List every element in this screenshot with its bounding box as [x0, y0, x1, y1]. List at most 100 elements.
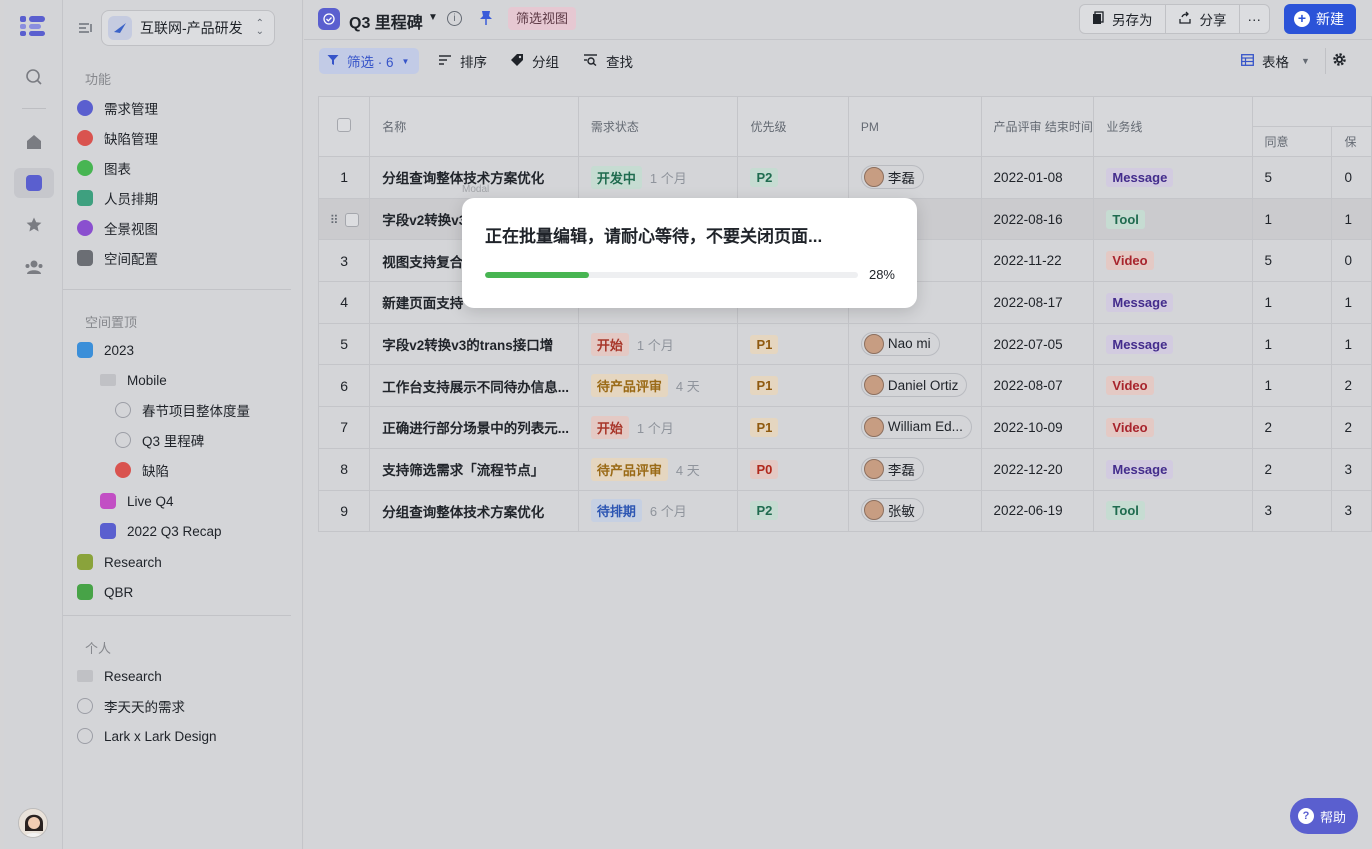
cell-priority[interactable]: P0	[737, 447, 849, 491]
cell-pm[interactable]: William Ed...	[847, 406, 982, 449]
nav-item-charts[interactable]: 图表	[77, 154, 131, 182]
person-chip[interactable]: 李磊	[860, 456, 924, 481]
cell-review-end[interactable]: 2022-08-16	[980, 197, 1095, 241]
find-button[interactable]: 查找	[584, 48, 633, 74]
table-row[interactable]: 8 支持筛选需求「流程节点」 待产品评审 4 天 P0 李磊 2022-12-20 Messa…	[318, 447, 1372, 491]
person-chip[interactable]: 李磊	[860, 164, 924, 189]
nav-item-qbr[interactable]: QBR	[77, 578, 133, 606]
nav-item-research[interactable]: Research	[77, 548, 162, 576]
team-icon[interactable]	[14, 252, 54, 282]
cell-review-end[interactable]: 2022-07-05	[980, 322, 1095, 366]
nav-item-mobile[interactable]: Mobile	[100, 366, 167, 394]
home-icon[interactable]	[14, 127, 54, 157]
column-header-agree[interactable]: 同意	[1251, 126, 1333, 157]
group-button[interactable]: 分组	[510, 48, 559, 74]
cell-agree[interactable]: 1	[1251, 322, 1333, 366]
cell-review-end[interactable]: 2022-01-08	[980, 156, 1095, 199]
share-button[interactable]: 分享	[1166, 5, 1240, 33]
nav-item-defects-view[interactable]: 缺陷	[115, 456, 169, 484]
cell-agree[interactable]: 2	[1251, 447, 1333, 491]
cell-status[interactable]: 待产品评审 4 天	[577, 447, 739, 491]
table-row[interactable]: 9 分组查询整体技术方案优化 待排期 6 个月 P2 张敏 2022-06-19 Tool 3 3	[318, 489, 1372, 533]
drag-handle-icon[interactable]: ⠿	[330, 213, 339, 227]
person-chip[interactable]: William Ed...	[860, 414, 972, 439]
filter-button[interactable]: 筛选 · 6 ▼	[319, 48, 420, 74]
cell-name[interactable]: 支持筛选需求「流程节点」	[369, 447, 579, 491]
cell-agree[interactable]: 1	[1251, 364, 1333, 408]
nav-item-space-config[interactable]: 空间配置	[77, 244, 158, 272]
cell-agree[interactable]: 1	[1251, 281, 1333, 324]
nav-item-spring-metrics[interactable]: 春节项目整体度量	[115, 396, 250, 424]
cell-business-line[interactable]: Message	[1093, 281, 1253, 324]
save-as-button[interactable]: 另存为	[1080, 5, 1166, 33]
cell-business-line[interactable]: Video	[1093, 406, 1253, 449]
cell-review-end[interactable]: 2022-06-19	[980, 489, 1095, 533]
collapse-sidebar-icon[interactable]	[77, 20, 95, 38]
cell-priority[interactable]: P1	[737, 364, 849, 408]
caret-down-icon[interactable]: ▼	[428, 12, 438, 23]
view-type-button[interactable]: 表格 ▼	[1241, 48, 1310, 74]
person-chip[interactable]: 张敏	[860, 498, 924, 523]
row-checkbox[interactable]	[344, 213, 359, 228]
column-header-keep[interactable]: 保	[1331, 126, 1372, 157]
cell-keep[interactable]: 2	[1331, 364, 1372, 408]
cell-pm[interactable]: Daniel Ortiz	[847, 364, 982, 408]
cell-agree[interactable]: 5	[1251, 239, 1333, 283]
cell-business-line[interactable]: Message	[1093, 447, 1253, 491]
cell-status[interactable]: 待产品评审 4 天	[577, 364, 739, 408]
info-icon[interactable]: i	[447, 11, 462, 26]
cell-business-line[interactable]: Message	[1093, 322, 1253, 366]
cell-priority[interactable]: P1	[737, 406, 849, 449]
cell-review-end[interactable]: 2022-08-07	[980, 364, 1095, 408]
cell-name[interactable]: 字段v2转换v3的trans接口增	[369, 322, 579, 366]
cell-review-end[interactable]: 2022-12-20	[980, 447, 1095, 491]
cell-keep[interactable]: 0	[1331, 239, 1372, 283]
nav-item-2023[interactable]: 2023	[77, 336, 134, 364]
cell-pm[interactable]: Nao mi	[847, 322, 982, 366]
column-header-business-line[interactable]: 业务线	[1093, 96, 1253, 157]
cell-name[interactable]: 分组查询整体技术方案优化	[369, 489, 579, 533]
nav-item-panorama[interactable]: 全景视图	[77, 214, 158, 242]
cell-keep[interactable]: 1	[1331, 322, 1372, 366]
nav-item-litiantian[interactable]: 李天天的需求	[77, 692, 185, 720]
column-header-status[interactable]: 需求状态	[577, 96, 739, 157]
person-chip[interactable]: Nao mi	[860, 331, 940, 356]
cell-keep[interactable]: 3	[1331, 447, 1372, 491]
column-header-priority[interactable]: 优先级	[737, 96, 849, 157]
view-title[interactable]: Q3 里程碑	[349, 9, 423, 33]
cell-agree[interactable]: 2	[1251, 406, 1333, 449]
star-icon[interactable]	[14, 210, 54, 240]
user-avatar[interactable]	[18, 808, 48, 838]
cell-status[interactable]: 开始 1 个月	[577, 322, 739, 366]
select-all-checkbox[interactable]	[337, 118, 352, 132]
cell-keep[interactable]: 1	[1331, 197, 1372, 241]
cell-review-end[interactable]: 2022-08-17	[980, 281, 1095, 324]
nav-item-personal-research[interactable]: Research	[77, 662, 162, 690]
cell-priority[interactable]: P1	[737, 322, 849, 366]
table-row[interactable]: 5 字段v2转换v3的trans接口增 开始 1 个月 P1 Nao mi 2022-07-…	[318, 322, 1372, 366]
cell-business-line[interactable]: Tool	[1093, 489, 1253, 533]
cell-review-end[interactable]: 2022-10-09	[980, 406, 1095, 449]
column-header-name[interactable]: 名称	[369, 96, 579, 157]
cell-name[interactable]: 工作台支持展示不同待办信息...	[369, 364, 579, 408]
search-icon[interactable]	[14, 62, 54, 92]
workspace-selector[interactable]: 互联网-产品研发 ⌃ ⌄	[101, 10, 275, 46]
app-logo-icon[interactable]	[18, 14, 48, 38]
nav-item-q3-milestone[interactable]: Q3 里程碑	[115, 426, 204, 454]
workspace-icon[interactable]	[14, 168, 54, 198]
nav-item-lark-design[interactable]: Lark x Lark Design	[77, 722, 217, 750]
column-header-review-end[interactable]: 产品评审 结束时间	[980, 96, 1095, 157]
person-chip[interactable]: Daniel Ortiz	[860, 373, 968, 398]
cell-pm[interactable]: 李磊	[847, 156, 982, 199]
table-row[interactable]: 6 工作台支持展示不同待办信息... 待产品评审 4 天 P1 Daniel Ortiz 2…	[318, 364, 1372, 408]
cell-status[interactable]: 开始 1 个月	[577, 406, 739, 449]
cell-agree[interactable]: 5	[1251, 156, 1333, 199]
cell-pm[interactable]: 张敏	[847, 489, 982, 533]
cell-priority[interactable]: P2	[737, 489, 849, 533]
table-row[interactable]: 7 正确进行部分场景中的列表元... 开始 1 个月 P1 William Ed... 20…	[318, 406, 1372, 449]
sort-button[interactable]: 排序	[439, 48, 487, 74]
pin-icon[interactable]	[479, 10, 493, 29]
more-button[interactable]: ···	[1240, 5, 1270, 33]
cell-status[interactable]: 待排期 6 个月	[577, 489, 739, 533]
column-header-pm[interactable]: PM	[847, 96, 982, 157]
